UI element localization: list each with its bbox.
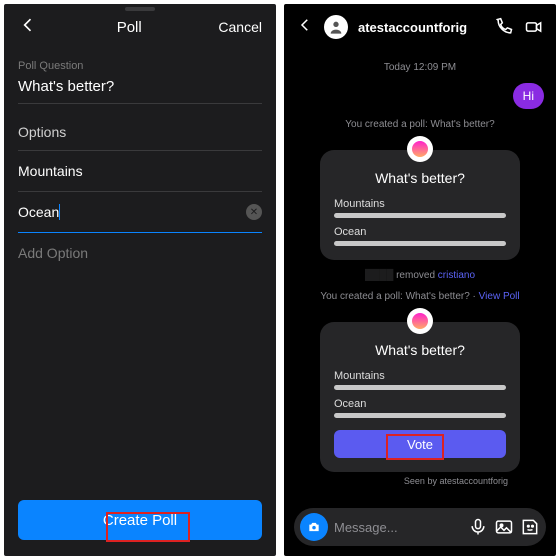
chat-header: atestaccountforig	[284, 4, 556, 50]
poll-question: What's better?	[334, 342, 506, 358]
back-arrow-icon[interactable]	[18, 15, 40, 40]
chat-body: Today 12:09 PM Hi You created a poll: Wh…	[284, 62, 556, 486]
video-icon[interactable]	[524, 17, 544, 37]
chat-screen: atestaccountforig Today 12:09 PM Hi You …	[284, 4, 556, 556]
poll-option-label: Mountains	[334, 370, 506, 382]
camera-button[interactable]	[300, 513, 328, 541]
question-label: Poll Question	[18, 60, 262, 72]
question-input[interactable]: What's better?	[18, 72, 262, 104]
avatar[interactable]	[324, 15, 348, 39]
create-poll-button[interactable]: Create Poll	[18, 500, 262, 540]
option-row[interactable]: Ocean ✕	[18, 192, 262, 233]
poll-author-avatar	[407, 308, 433, 334]
poll-create-screen: Poll Cancel Poll Question What's better?…	[4, 4, 276, 556]
phone-icon[interactable]	[494, 17, 514, 37]
poll-option-label: Ocean	[334, 398, 506, 410]
poll-card[interactable]: What's better? Mountains Ocean Vote	[320, 322, 520, 472]
sticker-icon[interactable]	[520, 517, 540, 537]
message-composer: Message...	[294, 508, 546, 546]
screen-title: Poll	[40, 19, 218, 36]
poll-question: What's better?	[334, 170, 506, 186]
poll-option-bar[interactable]	[334, 213, 506, 218]
annotation-highlight	[386, 434, 444, 460]
account-name[interactable]: atestaccountforig	[358, 20, 484, 35]
back-arrow-icon[interactable]	[296, 16, 314, 39]
cancel-button[interactable]: Cancel	[218, 19, 262, 35]
poll-author-avatar	[407, 136, 433, 162]
poll-option-bar[interactable]	[334, 385, 506, 390]
seen-indicator: Seen by atestaccountforig	[296, 476, 508, 486]
option-value: Mountains	[18, 163, 83, 179]
view-poll-link[interactable]: View Poll	[479, 291, 520, 302]
grabber	[125, 7, 155, 11]
poll-option-label: Ocean	[334, 226, 506, 238]
poll-option-bar[interactable]	[334, 413, 506, 418]
poll-option-label: Mountains	[334, 198, 506, 210]
add-option-button[interactable]: Add Option	[18, 233, 262, 273]
timestamp: Today 12:09 PM	[296, 62, 544, 73]
user-link[interactable]: cristiano	[438, 270, 475, 281]
options-header: Options	[18, 124, 262, 151]
message-input[interactable]: Message...	[334, 520, 462, 535]
option-row[interactable]: Mountains	[18, 151, 262, 192]
system-message: ████ removed cristiano	[296, 270, 544, 281]
poll-card[interactable]: What's better? Mountains Ocean	[320, 150, 520, 260]
mic-icon[interactable]	[468, 517, 488, 537]
sent-message-bubble: Hi	[513, 83, 544, 109]
option-value: Ocean	[18, 204, 60, 220]
gallery-icon[interactable]	[494, 517, 514, 537]
system-message: You created a poll: What's better?	[296, 119, 544, 130]
clear-icon[interactable]: ✕	[246, 204, 262, 220]
system-message: You created a poll: What's better? · Vie…	[296, 291, 544, 302]
poll-option-bar[interactable]	[334, 241, 506, 246]
